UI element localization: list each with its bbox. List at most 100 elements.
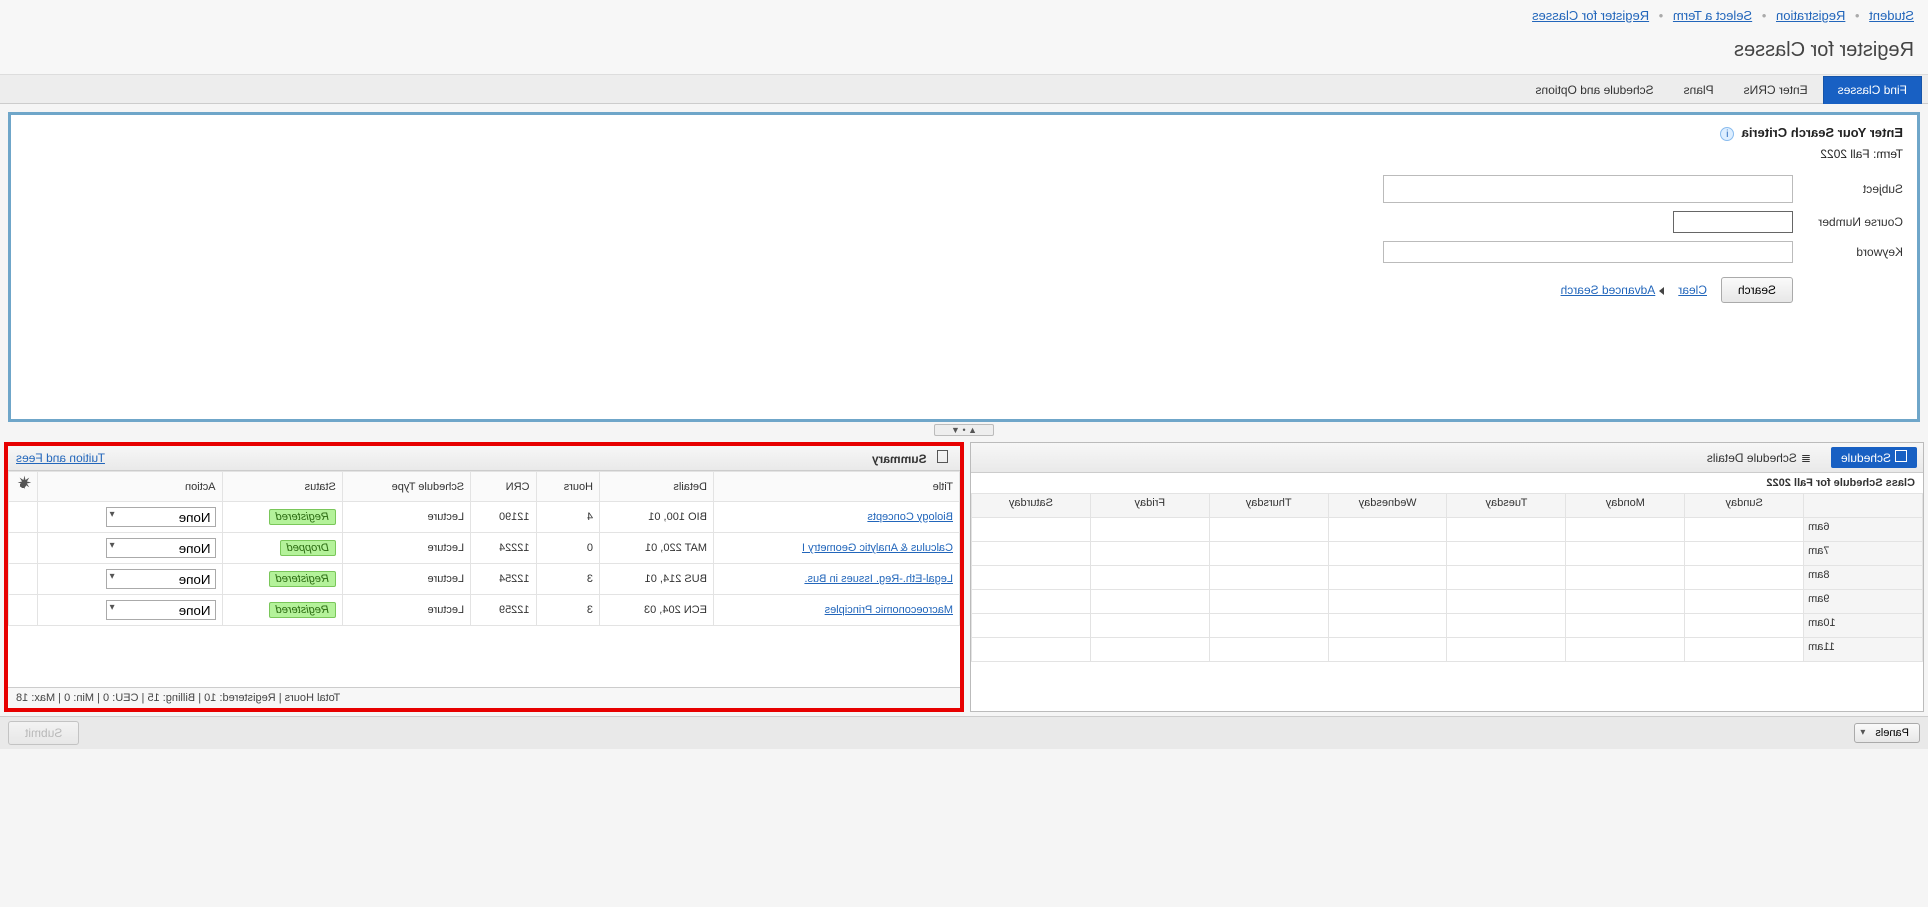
col-settings[interactable] bbox=[9, 472, 38, 502]
footer-bar: Panels Submit bbox=[0, 716, 1928, 749]
cal-day-wed: Wednesday bbox=[1328, 494, 1447, 518]
search-button[interactable]: Search bbox=[1721, 277, 1793, 303]
summary-column: Summary Tuition and Fees Title Details H… bbox=[4, 442, 964, 712]
info-icon[interactable]: i bbox=[1720, 127, 1734, 141]
advanced-search-link[interactable]: Advanced Search bbox=[1561, 283, 1665, 297]
course-title-link[interactable]: Calculus & Analytic Geometry I bbox=[802, 542, 953, 554]
tab-plans[interactable]: Plans bbox=[1669, 76, 1729, 104]
cal-day-tue: Tuesday bbox=[1447, 494, 1566, 518]
col-status: Status bbox=[222, 472, 342, 502]
course-hours: 0 bbox=[536, 533, 600, 564]
cal-corner bbox=[1804, 494, 1923, 518]
col-action: Action bbox=[38, 472, 223, 502]
cal-day-mon: Monday bbox=[1566, 494, 1685, 518]
clear-link[interactable]: Clear bbox=[1678, 283, 1707, 297]
summary-table: Title Details Hours CRN Schedule Type St… bbox=[8, 471, 960, 626]
status-badge: Dropped bbox=[280, 540, 336, 556]
course-type: Lecture bbox=[342, 502, 470, 533]
cal-hour: 9am bbox=[1804, 590, 1923, 614]
document-icon bbox=[934, 452, 948, 466]
schedule-column-header: Schedule Schedule Details bbox=[971, 443, 1923, 473]
cal-hour: 7am bbox=[1804, 542, 1923, 566]
page-title: Register for Classes bbox=[0, 31, 1928, 75]
action-select[interactable]: None bbox=[106, 600, 216, 620]
status-badge: Registered bbox=[269, 509, 336, 525]
term-label: Term: Fall 2022 bbox=[25, 147, 1903, 161]
course-number-label: Course Number bbox=[1793, 215, 1903, 229]
course-number-input[interactable] bbox=[1673, 211, 1793, 233]
search-panel: Enter Your Search Criteria i Term: Fall … bbox=[8, 112, 1920, 422]
course-crn: 12190 bbox=[471, 502, 536, 533]
tab-enter-crns[interactable]: Enter CRNs bbox=[1729, 76, 1823, 104]
course-details: MAT 220, 01 bbox=[600, 533, 714, 564]
breadcrumb-registration[interactable]: Registration bbox=[1776, 8, 1845, 23]
panels-button[interactable]: Panels bbox=[1854, 723, 1920, 743]
col-hours: Hours bbox=[536, 472, 600, 502]
subject-input[interactable] bbox=[1383, 175, 1793, 203]
status-badge: Registered bbox=[269, 571, 336, 587]
gear-icon[interactable] bbox=[15, 477, 31, 493]
table-row: Macroeconomic Principles ECN 204, 03 3 1… bbox=[9, 595, 960, 626]
breadcrumb-sep: • bbox=[1659, 8, 1664, 23]
schedule-column: Schedule Schedule Details Class Schedule… bbox=[970, 442, 1924, 712]
subject-label: Subject bbox=[1793, 182, 1903, 196]
breadcrumb-sep: • bbox=[1762, 8, 1767, 23]
course-crn: 12224 bbox=[471, 533, 536, 564]
course-details: ECN 204, 03 bbox=[600, 595, 714, 626]
calendar-icon bbox=[1895, 450, 1907, 465]
tab-find-classes[interactable]: Find Classes bbox=[1823, 76, 1922, 104]
keyword-label: Keyword bbox=[1793, 245, 1903, 259]
schedule-details-tab[interactable]: Schedule Details bbox=[1697, 448, 1821, 468]
tuition-fees-link[interactable]: Tuition and Fees bbox=[16, 451, 105, 465]
course-title-link[interactable]: Legal-Eth.-Reg. Issues in Bus. bbox=[804, 573, 953, 585]
breadcrumb-register-classes[interactable]: Register for Classes bbox=[1532, 8, 1649, 23]
cal-hour: 10am bbox=[1804, 614, 1923, 638]
tab-schedule-options[interactable]: Schedule and Options bbox=[1521, 76, 1669, 104]
panel-splitter[interactable]: ▲ • ▼ bbox=[0, 430, 1928, 442]
breadcrumb-sep: • bbox=[1855, 8, 1860, 23]
col-title: Title bbox=[714, 472, 960, 502]
splitter-handle-icon[interactable]: ▲ • ▼ bbox=[934, 424, 994, 436]
course-hours: 3 bbox=[536, 595, 600, 626]
breadcrumb-select-term[interactable]: Select a Term bbox=[1673, 8, 1752, 23]
cal-day-fri: Friday bbox=[1090, 494, 1209, 518]
search-criteria-header: Enter Your Search Criteria bbox=[1742, 125, 1903, 140]
action-select[interactable]: None bbox=[106, 569, 216, 589]
breadcrumb: Student • Registration • Select a Term •… bbox=[0, 0, 1928, 31]
tabs-bar: Find Classes Enter CRNs Plans Schedule a… bbox=[0, 75, 1928, 104]
schedule-subtitle: Class Schedule for Fall 2022 bbox=[971, 473, 1923, 493]
course-details: BUS 214, 01 bbox=[600, 564, 714, 595]
breadcrumb-student[interactable]: Student bbox=[1869, 8, 1914, 23]
submit-button[interactable]: Submit bbox=[8, 721, 79, 745]
action-select[interactable]: None bbox=[106, 507, 216, 527]
cal-hour: 8am bbox=[1804, 566, 1923, 590]
schedule-tab[interactable]: Schedule bbox=[1831, 447, 1917, 468]
list-icon bbox=[1801, 451, 1811, 465]
course-hours: 4 bbox=[536, 502, 600, 533]
keyword-input[interactable] bbox=[1383, 241, 1793, 263]
cal-day-sat: Saturday bbox=[972, 494, 1091, 518]
cal-hour: 6am bbox=[1804, 518, 1923, 542]
col-crn: CRN bbox=[471, 472, 536, 502]
schedule-calendar: Sunday Monday Tuesday Wednesday Thursday… bbox=[971, 493, 1923, 662]
col-details: Details bbox=[600, 472, 714, 502]
course-crn: 12259 bbox=[471, 595, 536, 626]
course-type: Lecture bbox=[342, 564, 470, 595]
course-title-link[interactable]: Biology Concepts bbox=[867, 511, 953, 523]
schedule-details-tab-label: Schedule Details bbox=[1707, 451, 1797, 465]
table-row: Biology Concepts BIO 100, 01 4 12190 Lec… bbox=[9, 502, 960, 533]
summary-header: Summary Tuition and Fees bbox=[8, 446, 960, 471]
course-type: Lecture bbox=[342, 595, 470, 626]
totals-bar: Total Hours | Registered: 10 | Billing: … bbox=[8, 687, 960, 708]
summary-title: Summary bbox=[872, 452, 927, 466]
schedule-tab-label: Schedule bbox=[1841, 451, 1891, 465]
course-type: Lecture bbox=[342, 533, 470, 564]
course-hours: 3 bbox=[536, 564, 600, 595]
course-title-link[interactable]: Macroeconomic Principles bbox=[825, 604, 953, 616]
course-crn: 12254 bbox=[471, 564, 536, 595]
table-row: Calculus & Analytic Geometry I MAT 220, … bbox=[9, 533, 960, 564]
status-badge: Registered bbox=[269, 602, 336, 618]
course-details: BIO 100, 01 bbox=[600, 502, 714, 533]
action-select[interactable]: None bbox=[106, 538, 216, 558]
table-row: Legal-Eth.-Reg. Issues in Bus. BUS 214, … bbox=[9, 564, 960, 595]
